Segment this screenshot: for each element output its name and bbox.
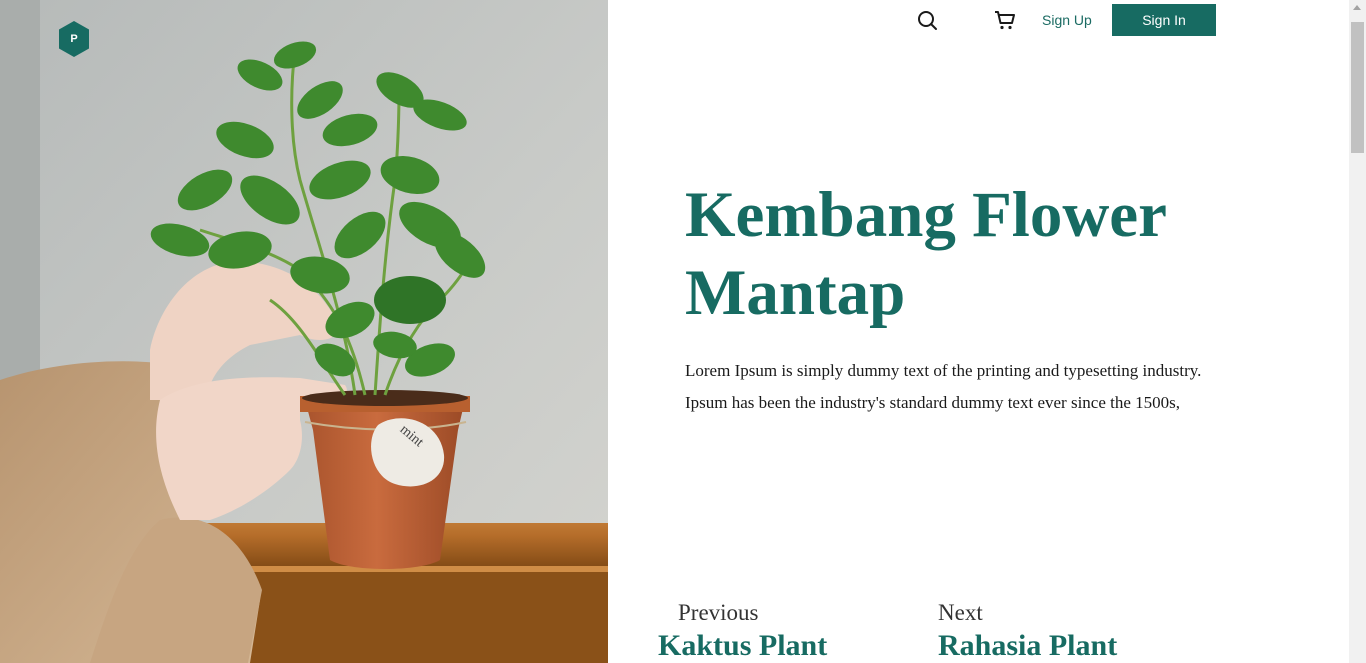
search-icon [918, 11, 937, 30]
logo-letter: P [70, 33, 78, 45]
previous-label: Previous [678, 600, 759, 625]
next-label: Next [938, 600, 983, 625]
scroll-up-arrow-icon[interactable] [1353, 5, 1361, 10]
hero-description: Lorem Ipsum is simply dummy text of the … [685, 361, 1202, 412]
hero-title-line2: Mantap [685, 257, 906, 329]
previous-post-link[interactable]: Kaktus Plant [658, 628, 827, 663]
sign-in-button[interactable]: Sign In [1112, 4, 1216, 36]
cart-icon [995, 11, 1015, 30]
brand-logo[interactable]: P [57, 20, 91, 58]
next-post-link[interactable]: Rahasia Plant [938, 628, 1117, 663]
plant-photo: mint [0, 0, 608, 663]
hero-title: Kembang Flower Mantap [685, 176, 1245, 332]
hero-title-line1: Kembang Flower [685, 179, 1168, 251]
hero-image: mint P [0, 0, 608, 663]
sign-up-link[interactable]: Sign Up [1042, 11, 1092, 29]
vertical-scrollbar[interactable] [1349, 0, 1366, 663]
scrollbar-thumb[interactable] [1351, 22, 1364, 153]
cart-button[interactable] [993, 8, 1017, 32]
search-button[interactable] [915, 8, 939, 32]
